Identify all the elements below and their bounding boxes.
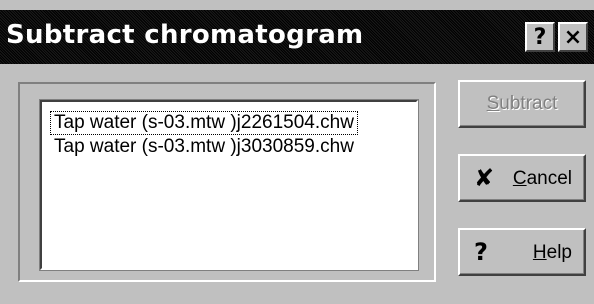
x-mark-icon: ✘ [474,164,495,192]
subtract-button-label: Subtract [486,93,558,114]
cancel-button-label: Cancel [512,168,572,189]
titlebar-close-button[interactable]: × [558,22,588,52]
chromatogram-listbox[interactable]: Tap water (s-03.mtw )j2261504.chw Tap wa… [39,99,419,271]
window-title: Subtract chromatogram [6,20,364,50]
title-bar[interactable]: Subtract chromatogram ? × [0,10,594,64]
subtract-button[interactable]: Subtract [458,80,586,128]
help-button-label: Help [532,242,572,263]
close-icon: × [563,24,583,50]
question-icon: ? [474,238,488,266]
cancel-button[interactable]: ✘ Cancel [458,154,586,202]
subtract-chromatogram-dialog: Subtract chromatogram ? × Tap water (s-0… [0,0,594,304]
titlebar-help-button[interactable]: ? [525,22,555,52]
question-icon: ? [533,24,547,50]
list-item[interactable]: Tap water (s-03.mtw )j3030859.chw [54,136,354,158]
help-button[interactable]: ? Help [458,228,586,276]
list-item[interactable]: Tap water (s-03.mtw )j2261504.chw [50,111,358,135]
